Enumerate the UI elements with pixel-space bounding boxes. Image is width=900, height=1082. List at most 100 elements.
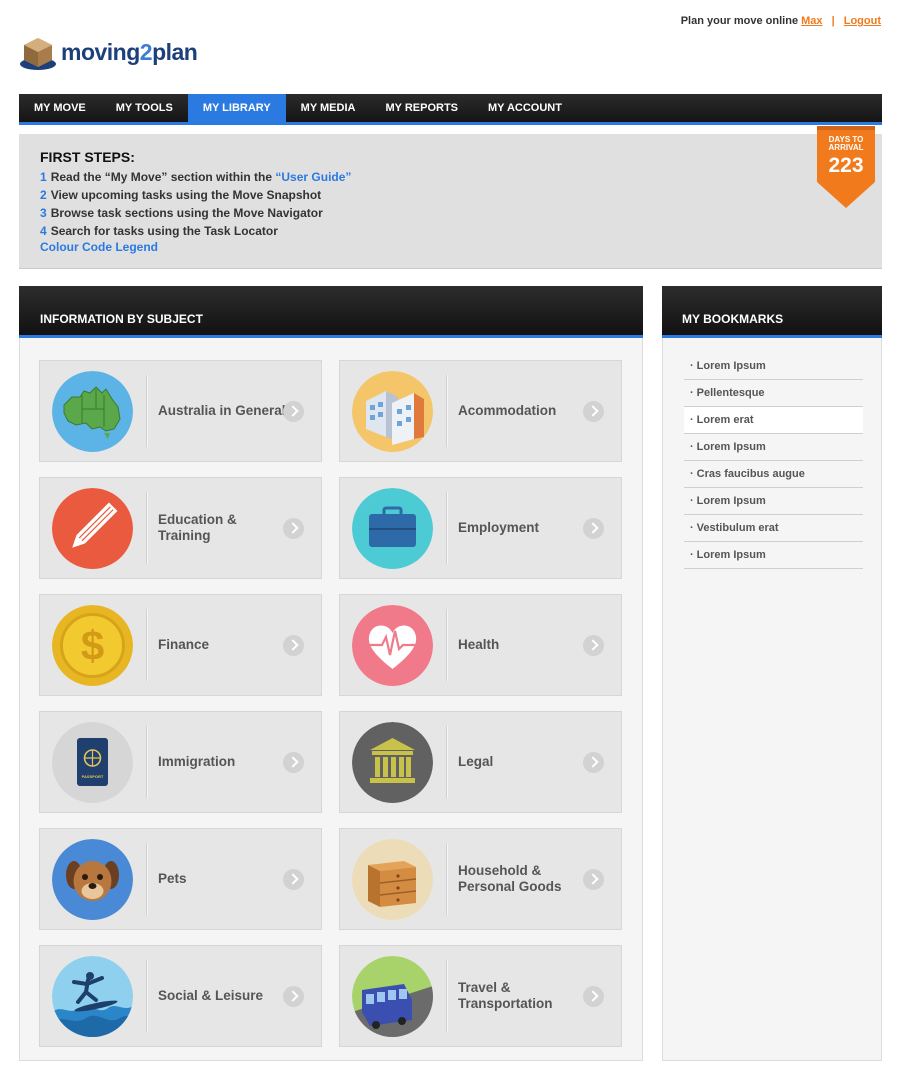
first-steps-title: FIRST STEPS: <box>40 149 135 165</box>
svg-text:$: $ <box>81 622 104 669</box>
tile-divider <box>146 375 147 447</box>
tile-divider <box>146 960 147 1032</box>
tile-label: Australia in General <box>158 403 286 418</box>
step-item: 2 View upcoming tasks using the Move Snap… <box>40 188 322 202</box>
tile-divider <box>446 960 447 1032</box>
building-icon <box>352 371 433 452</box>
bookmark-item[interactable]: Cras faucibus augue <box>684 461 863 488</box>
courthouse-icon <box>352 722 433 803</box>
tile-acommodation[interactable]: Acommodation <box>339 360 622 462</box>
tile-label: Acommodation <box>458 403 557 418</box>
top-utility-bar: Plan your move online Max | Logout <box>681 15 881 27</box>
first-steps-list: 1 Read the “My Move” section within the “… <box>40 168 351 240</box>
separator: | <box>831 15 835 27</box>
tile-education-training[interactable]: Education & Training <box>39 477 322 579</box>
tile-immigration[interactable]: PASSPORT Immigration <box>39 711 322 813</box>
surfer-icon <box>52 956 133 1037</box>
dresser-icon <box>352 839 433 920</box>
days-to-arrival-count: 223 <box>828 154 864 177</box>
bookmarks-panel-title: MY BOOKMARKS <box>662 286 882 338</box>
bus-icon <box>352 956 433 1037</box>
chevron-right-icon <box>583 869 604 890</box>
chevron-right-icon <box>283 752 304 773</box>
bookmark-item[interactable]: Lorem Ipsum <box>684 434 863 461</box>
tile-label: Legal <box>458 754 494 769</box>
tile-pets[interactable]: Pets <box>39 828 322 930</box>
chevron-right-icon <box>283 401 304 422</box>
tile-divider <box>446 726 447 798</box>
colour-code-legend-link[interactable]: Colour Code Legend <box>40 240 158 254</box>
first-steps-panel: FIRST STEPS: 1 Read the “My Move” section… <box>19 134 882 269</box>
tile-divider <box>146 843 147 915</box>
bookmark-item[interactable]: Lorem Ipsum <box>684 353 863 380</box>
chevron-right-icon <box>283 635 304 656</box>
tile-social-leisure[interactable]: Social & Leisure <box>39 945 322 1047</box>
tile-legal[interactable]: Legal <box>339 711 622 813</box>
user-guide-link[interactable]: “User Guide” <box>275 170 351 184</box>
bookmark-item[interactable]: Lorem erat <box>684 407 863 434</box>
tile-label: Health <box>458 637 500 652</box>
pencil-icon <box>52 488 133 569</box>
tile-divider <box>146 492 147 564</box>
tile-household-personal-goods[interactable]: Household & Personal Goods <box>339 828 622 930</box>
bookmark-item[interactable]: Lorem Ipsum <box>684 542 863 569</box>
tile-divider <box>446 492 447 564</box>
chevron-right-icon <box>583 635 604 656</box>
bookmark-item[interactable]: Pellentesque <box>684 380 863 407</box>
nav-my-tools[interactable]: MY TOOLS <box>101 94 188 122</box>
nav-my-library[interactable]: MY LIBRARY <box>187 94 286 122</box>
tile-australia-in-general[interactable]: Australia in General <box>39 360 322 462</box>
australia-map-icon <box>52 371 133 452</box>
my-bookmarks-panel: MY BOOKMARKS Lorem Ipsum Pellentesque Lo… <box>662 286 882 1061</box>
tile-label: Finance <box>158 637 210 652</box>
chevron-right-icon <box>583 752 604 773</box>
tile-label: Pets <box>158 871 187 886</box>
tile-label: Immigration <box>158 754 236 769</box>
tile-employment[interactable]: Employment <box>339 477 622 579</box>
logout-link[interactable]: Logout <box>844 15 881 27</box>
tile-divider <box>446 609 447 681</box>
chevron-right-icon <box>583 401 604 422</box>
chevron-right-icon <box>283 518 304 539</box>
chevron-right-icon <box>283 986 304 1007</box>
tile-label: Education & Training <box>158 512 237 543</box>
tile-divider <box>446 843 447 915</box>
nav-my-reports[interactable]: MY REPORTS <box>370 94 473 122</box>
dollar-coin-icon: $ <box>52 605 133 686</box>
logo[interactable]: moving2plan <box>19 32 198 72</box>
tile-label: Social & Leisure <box>158 988 264 1003</box>
briefcase-icon <box>352 488 433 569</box>
logo-box-icon <box>20 38 56 70</box>
tile-divider <box>146 726 147 798</box>
info-panel-title: INFORMATION BY SUBJECT <box>19 286 643 338</box>
chevron-right-icon <box>583 518 604 539</box>
information-by-subject-panel: INFORMATION BY SUBJECT Australia in Gene… <box>19 286 643 1061</box>
tile-health[interactable]: Health <box>339 594 622 696</box>
step-item: 4 Search for tasks using the Task Locator <box>40 224 278 238</box>
passport-icon: PASSPORT <box>52 722 133 803</box>
tile-label: Employment <box>458 520 540 535</box>
bookmark-item[interactable]: Vestibulum erat <box>684 515 863 542</box>
days-to-arrival-badge: DAYS TO ARRIVAL 223 <box>817 126 875 208</box>
bookmark-item[interactable]: Lorem Ipsum <box>684 488 863 515</box>
tile-label: Household & Personal Goods <box>458 863 562 894</box>
days-to-arrival-label: DAYS TO ARRIVAL <box>828 135 864 152</box>
nav-my-media[interactable]: MY MEDIA <box>286 94 371 122</box>
step-item: 3 Browse task sections using the Move Nav… <box>40 206 323 220</box>
passport-label: PASSPORT <box>81 774 104 779</box>
user-link[interactable]: Max <box>801 15 822 27</box>
tile-divider <box>446 375 447 447</box>
dog-icon <box>52 839 133 920</box>
bookmarks-list: Lorem Ipsum Pellentesque Lorem erat Lore… <box>684 353 863 569</box>
nav-my-move[interactable]: MY MOVE <box>19 94 101 122</box>
chevron-right-icon <box>583 986 604 1007</box>
step-item: 1 Read the “My Move” section within the “… <box>40 170 352 184</box>
tagline: Plan your move online <box>680 15 799 27</box>
tile-travel-transportation[interactable]: Travel & Transportation <box>339 945 622 1047</box>
main-nav: MY MOVE MY TOOLS MY LIBRARY MY MEDIA MY … <box>19 94 882 125</box>
tile-label: Travel & Transportation <box>458 980 553 1011</box>
tile-finance[interactable]: $ Finance <box>39 594 322 696</box>
tile-divider <box>146 609 147 681</box>
nav-my-account[interactable]: MY ACCOUNT <box>473 94 577 122</box>
heart-icon <box>352 605 433 686</box>
